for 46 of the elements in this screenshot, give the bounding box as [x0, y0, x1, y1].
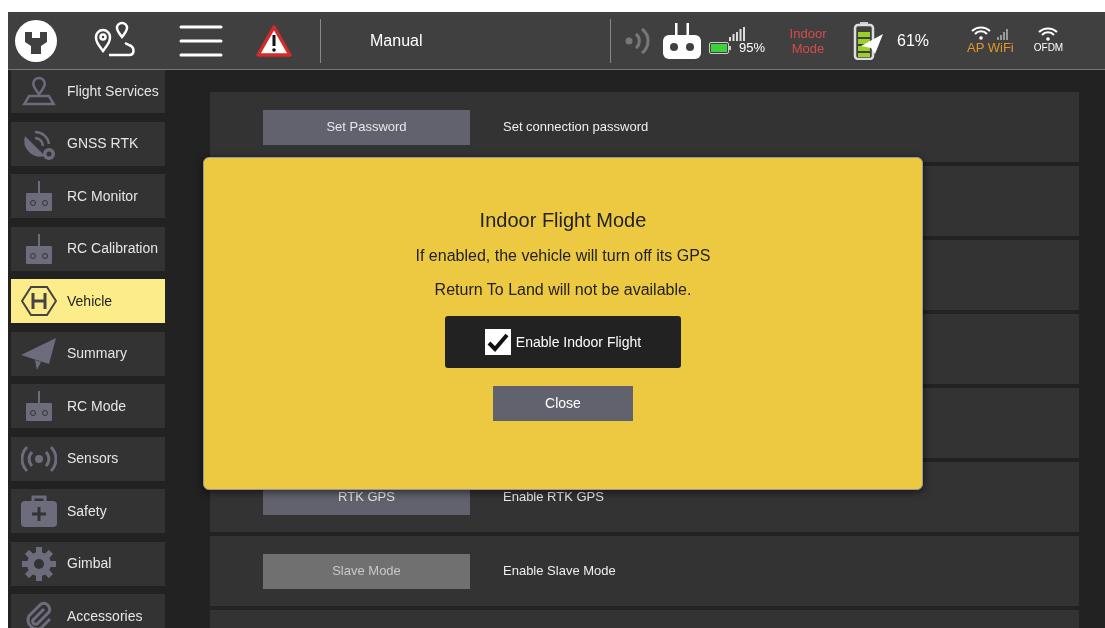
signal-bars-icon [729, 27, 745, 41]
enable-indoor-flight-checkbox[interactable]: Enable Indoor Flight [445, 316, 681, 368]
sidebar-item[interactable]: GNSS RTK [11, 121, 165, 166]
remote-controller-icon [26, 391, 52, 421]
battery-plane-icon[interactable] [853, 21, 884, 60]
sensor-waves-icon [21, 443, 57, 474]
indoor-mode-label: Indoor Mode [788, 25, 828, 56]
gear-icon [22, 546, 56, 581]
paperclip-icon [24, 601, 54, 628]
setting-button[interactable]: Set Password [263, 109, 470, 145]
signal-bars-icon [997, 28, 1010, 40]
wifi-icon [971, 25, 992, 40]
remote-controller-icon [26, 181, 52, 211]
sidebar-item[interactable]: Flight Services [11, 70, 165, 113]
rc-battery-level: 95% [739, 41, 766, 54]
dialog-title: Indoor Flight Mode [479, 208, 647, 232]
close-button[interactable]: Close [493, 386, 633, 421]
remote-controller-icon [26, 233, 52, 264]
sidebar-item[interactable]: Safety [11, 489, 165, 533]
flight-mode[interactable]: Manual [370, 28, 610, 53]
warning-icon[interactable] [256, 23, 292, 58]
sidebar-item[interactable]: Gimbal [11, 541, 165, 586]
dialog-message: If enabled, the vehicle will turn off its GPS [415, 246, 711, 266]
sidebar-item[interactable]: Accessories [11, 594, 165, 628]
setting-description: Set connection password [503, 118, 649, 137]
wifi-icon [1038, 26, 1059, 41]
setting-description: Enable RTK GPS [503, 488, 604, 507]
vehicle-battery-level: 61% [897, 30, 931, 51]
paper-plane-icon [21, 337, 57, 370]
remote-controller-icon[interactable] [663, 22, 701, 59]
setting-description: Enable Slave Mode [503, 562, 616, 581]
battery-icon [709, 41, 731, 54]
sidebar-item[interactable]: RC Monitor [11, 174, 165, 218]
wifi-label: AP WiFi [967, 39, 1014, 56]
sidebar-item[interactable]: RC Calibration [11, 226, 165, 271]
menu-icon[interactable] [179, 23, 223, 58]
link-label: OFDM [1033, 40, 1064, 55]
sidebar-item[interactable]: Sensors [11, 436, 165, 481]
checkmark-icon [486, 332, 509, 352]
sidebar-item[interactable]: Summary [11, 331, 165, 376]
dialog-message: Return To Land will not be available. [434, 280, 692, 300]
hexagon-h-icon [21, 286, 57, 316]
medical-kit-icon [21, 495, 57, 527]
logo-icon[interactable] [15, 19, 57, 62]
sidebar-item[interactable]: RC Mode [11, 384, 165, 428]
sidebar-item[interactable]: Vehicle [11, 279, 165, 323]
